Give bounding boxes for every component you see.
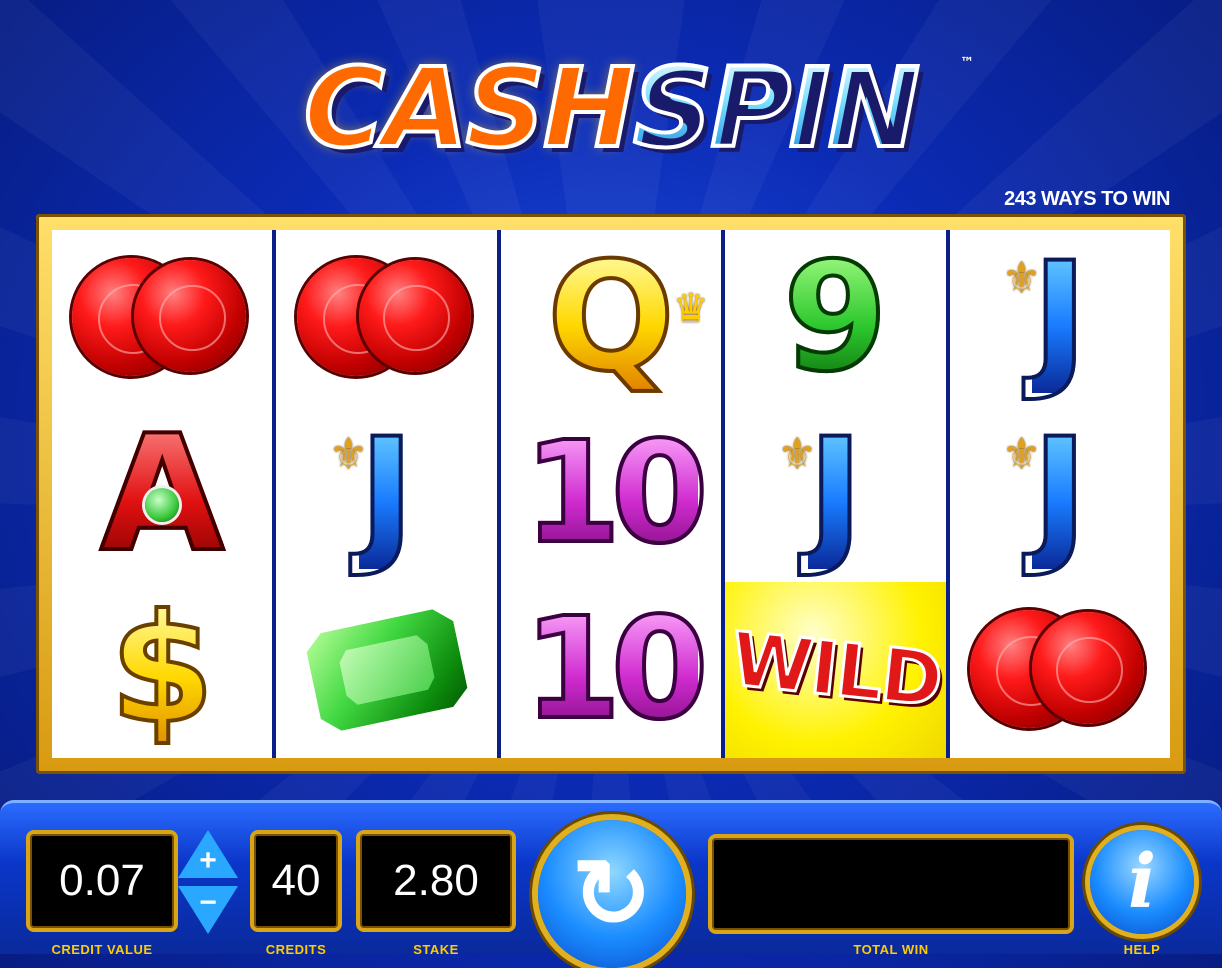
reel-1-row-1-ruby-pair: [52, 230, 272, 406]
reel-5-row-1-J: ⚜ J: [950, 230, 1170, 406]
refresh-icon: ↻: [571, 841, 653, 948]
reel-4-row-3-wild: WILD: [725, 582, 946, 758]
wild-symbol: WILD: [725, 615, 945, 725]
help-label: HELP: [1123, 942, 1161, 957]
plus-icon: +: [199, 844, 217, 877]
reel-1-row-2-A: A: [52, 406, 272, 582]
emerald-symbol: [303, 605, 471, 734]
reel-2: ⚜ J: [276, 230, 497, 758]
ten-symbol: 10: [522, 588, 711, 751]
reels: A $ ⚜J: [52, 230, 1171, 758]
reel-2-row-3-emerald: [276, 582, 496, 758]
stake-label: STAKE: [413, 942, 459, 957]
total-win-label: TOTAL WIN: [853, 942, 929, 957]
jack-symbol: ⚜ J: [328, 407, 417, 581]
gem-icon: [145, 487, 180, 522]
crown-icon: ♛: [672, 286, 709, 332]
jack-symbol: ⚜ J: [1001, 407, 1090, 581]
credit-value-display: 0.07: [26, 830, 178, 932]
reel-2-row-2-J: ⚜ J: [276, 406, 496, 582]
ways-to-win-label: 243 WAYS TO WIN: [1004, 188, 1170, 210]
credits-display: 40: [250, 830, 342, 932]
trademark: ™: [960, 55, 974, 71]
ruby-pair-symbol: [72, 258, 252, 378]
spin-button[interactable]: ↻: [538, 820, 686, 968]
reel-5-row-3-ruby-pair: [950, 582, 1170, 758]
reel-4-row-1-9: 9: [725, 230, 945, 406]
reel-frame: A $ ⚜J: [36, 214, 1186, 774]
ten-symbol: 10: [522, 412, 711, 575]
reel-1: A $: [52, 230, 273, 758]
fleur-de-lis-icon: ⚜: [328, 429, 369, 480]
credits-label: CREDITS: [265, 942, 327, 957]
nine-symbol: 9: [781, 231, 889, 405]
reel-2-row-1-ruby-pair: [276, 230, 496, 406]
dollar-symbol: $: [108, 583, 216, 757]
reel-3: Q ♛ 10 10: [500, 230, 722, 758]
info-icon: i: [1127, 839, 1157, 925]
jack-symbol: ⚜ J: [777, 407, 866, 581]
reel-4-row-2-J: ⚜ J: [725, 406, 945, 582]
reel-5: ⚜ J ⚜ J: [949, 230, 1171, 758]
fleur-de-lis-icon: ⚜: [1001, 429, 1042, 480]
stake-display: 2.80: [356, 830, 516, 932]
logo-cash: CASH: [302, 42, 637, 174]
reel-4: 9 ⚜ J WILD: [725, 230, 946, 758]
fleur-de-lis-icon: ⚜: [1001, 253, 1042, 304]
game-logo: CASHSPIN ™: [0, 38, 1222, 178]
reel-3-row-1-Q: Q ♛: [501, 230, 721, 406]
reel-1-row-3-dollar: $: [52, 582, 272, 758]
credit-value-label: CREDIT VALUE: [51, 942, 153, 957]
ruby-pair-symbol: [969, 610, 1150, 730]
total-win-display: [708, 834, 1074, 934]
queen-symbol: Q ♛: [545, 231, 709, 405]
reel-5-row-2-J: ⚜ J: [950, 406, 1170, 582]
minus-icon: −: [199, 886, 217, 919]
credit-value-stepper: + −: [176, 830, 240, 938]
help-button[interactable]: i: [1090, 830, 1194, 934]
ruby-pair-symbol: [296, 258, 477, 378]
reel-3-row-2-10: 10: [501, 406, 721, 582]
fleur-de-lis-icon: ⚜: [777, 429, 817, 480]
jack-symbol: ⚜ J: [1001, 231, 1090, 405]
reel-3-row-3-10: 10: [501, 582, 721, 758]
logo-spin: SPIN: [631, 42, 922, 174]
